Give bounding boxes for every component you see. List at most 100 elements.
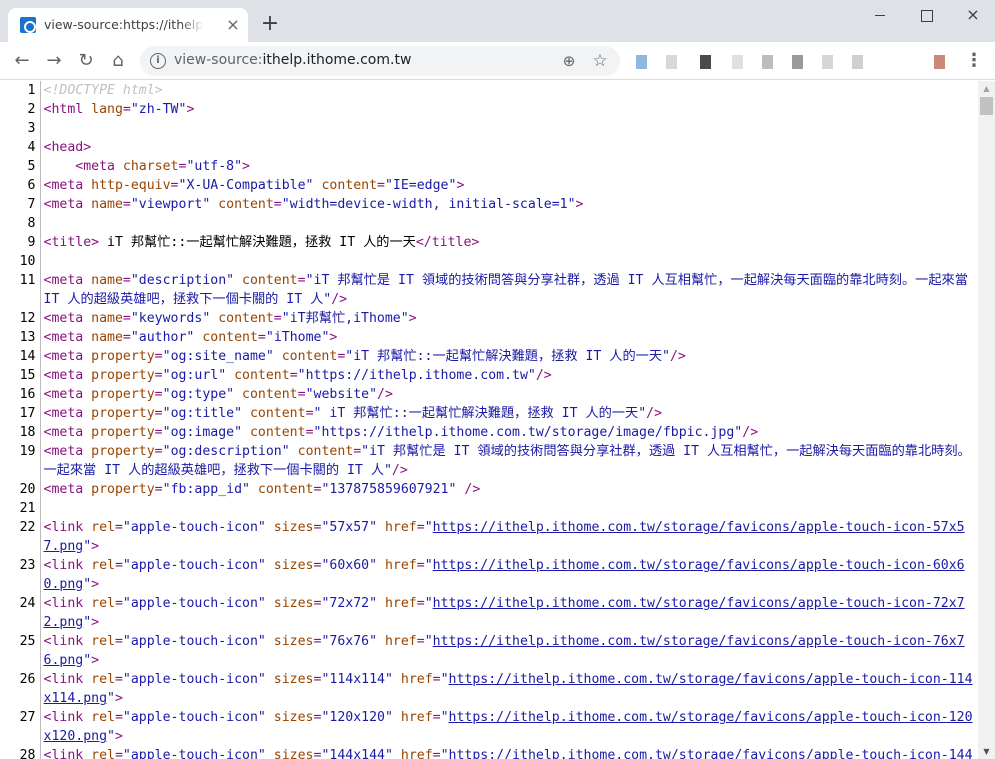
source-token: "IE=edge" [384,178,457,193]
home-icon[interactable]: ⌂ [106,49,130,73]
line-number: 17 [0,404,41,423]
source-token: = [154,425,163,440]
scroll-up-arrow-icon[interactable]: ▲ [978,81,995,96]
line-number: 8 [0,214,41,233]
source-token: http-equiv [91,178,171,193]
address-bar[interactable]: i view-source:ithelp.ithome.com.tw ⊕ ☆ [140,46,620,76]
extension-icon[interactable] [762,55,773,69]
line-content: <meta name="author" content="iThome"> [40,328,974,347]
source-token: > [242,159,250,174]
scroll-thumb[interactable] [980,97,993,115]
line-number: 5 [0,157,41,176]
source-token: <meta [43,425,92,440]
source-token: <meta [43,311,92,326]
site-info-icon[interactable]: i [150,53,166,69]
line-number: 23 [0,556,41,594]
maximize-window-button[interactable] [914,4,938,26]
line-content: <link rel="apple-touch-icon" sizes="72x7… [40,594,974,632]
source-token: "60x60" [321,558,378,573]
source-token: "og:site_name" [162,349,274,364]
extension-icon[interactable] [822,55,833,69]
line-number: 28 [0,746,41,759]
bookmark-star-icon[interactable]: ☆ [590,51,610,71]
zoom-icon[interactable]: ⊕ [560,52,578,70]
source-token: property [91,368,155,383]
source-token [266,558,274,573]
source-token: " [440,672,449,687]
source-token [377,520,385,535]
source-token [234,273,242,288]
line-number: 24 [0,594,41,632]
source-token: > [91,577,100,592]
source-token: "apple-touch-icon" [122,710,266,725]
new-tab-button[interactable]: + [258,12,282,36]
source-token: = [114,710,123,725]
line-content: <meta property="og:title" content=" iT 邦… [40,404,974,423]
source-token: <title> [43,235,100,250]
source-token: "apple-touch-icon" [122,520,266,535]
source-token: = [432,710,441,725]
source-token: "og:image" [162,425,243,440]
source-token: <link [43,558,92,573]
source-token: > [329,330,338,345]
extension-icon[interactable] [792,55,803,69]
source-token: <meta [43,387,92,402]
source-token: rel [91,672,115,687]
source-token: = [114,634,123,649]
close-window-button[interactable]: × [961,4,985,26]
source-token: rel [91,520,115,535]
vertical-scrollbar[interactable]: ▲ ▼ [978,81,995,759]
source-token: content [257,482,314,497]
source-token: "iThome" [265,330,330,345]
source-token: " [424,558,433,573]
source-token: <head> [43,140,92,155]
source-token: content [281,349,338,364]
source-token [226,368,234,383]
back-arrow-icon[interactable]: ← [10,49,34,73]
forward-arrow-icon[interactable]: → [42,49,66,73]
minimize-window-button[interactable] [868,4,892,26]
source-line: 1 <!DOCTYPE html> [0,81,974,100]
line-number: 3 [0,119,41,138]
source-line: 12 <meta name="keywords" content="iT邦幫忙,i… [0,309,974,328]
line-number: 22 [0,518,41,556]
address-url[interactable]: view-source:ithelp.ithome.com.tw [174,52,411,68]
scroll-down-arrow-icon[interactable]: ▼ [978,744,995,759]
source-token: " [424,596,433,611]
extension-icon[interactable] [666,55,677,69]
extension-icon[interactable] [732,55,743,69]
source-token: rel [91,748,115,759]
source-line: 13 <meta name="author" content="iThome"> [0,328,974,347]
source-token: "og:description" [162,444,290,459]
browser-menu-icon[interactable]: ⋮ [965,50,983,72]
source-token: > [91,653,100,668]
source-line: 5 <meta charset="utf-8"> [0,157,974,176]
source-token: sizes [273,596,314,611]
source-token: href [384,596,417,611]
source-token [377,596,385,611]
extension-icon[interactable] [636,55,647,69]
source-token: = [353,444,362,459]
reload-icon[interactable]: ↻ [74,49,98,73]
source-token: lang [91,102,123,117]
line-number: 4 [0,138,41,157]
extension-icon[interactable] [852,55,863,69]
source-token: <link [43,520,92,535]
extension-icon[interactable] [934,55,945,69]
source-token [266,634,274,649]
source-token [266,710,274,725]
source-token: href [400,672,433,687]
source-line: 14 <meta property="og:site_name" content=… [0,347,974,366]
close-tab-icon[interactable]: × [225,17,241,33]
source-token: content [242,387,298,402]
browser-tab[interactable]: view-source:https://ithelp.ithome × [8,8,248,42]
source-token: = [432,672,441,687]
source-line: 9 <title> iT 邦幫忙::一起幫忙解決難題，拯救 IT 人的一天</ti… [0,233,974,252]
line-number: 14 [0,347,41,366]
source-token [290,444,298,459]
line-number: 12 [0,309,41,328]
source-token: "apple-touch-icon" [122,672,266,687]
extension-icon[interactable] [700,55,711,69]
source-token: = [297,387,306,402]
source-line: 22 <link rel="apple-touch-icon" sizes="57… [0,518,974,556]
